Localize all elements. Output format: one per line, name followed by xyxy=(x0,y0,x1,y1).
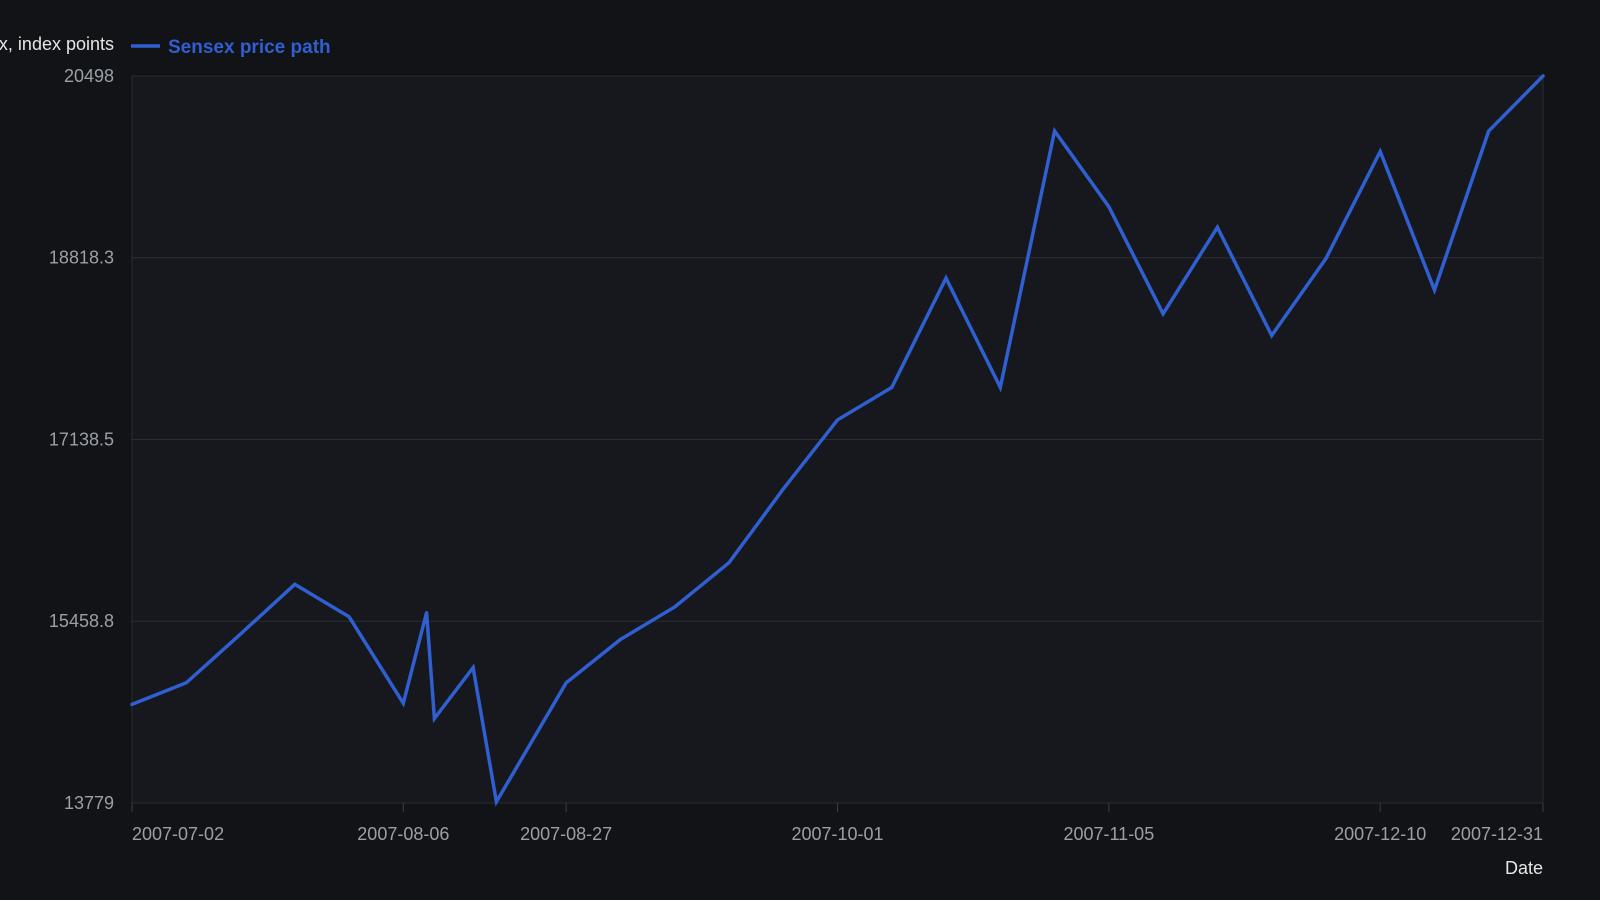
data-point xyxy=(1270,333,1274,337)
data-point xyxy=(293,582,297,586)
x-tick-label: 2007-12-10 xyxy=(1334,824,1426,844)
data-point xyxy=(1324,257,1328,261)
data-point xyxy=(130,702,134,706)
data-point xyxy=(1378,150,1382,154)
x-tick-label: 2007-08-27 xyxy=(520,824,612,844)
data-point xyxy=(1215,225,1219,229)
data-point xyxy=(1107,205,1111,209)
sensex-line-chart: 2007-07-02 2007-08-06 2007-08-27 2007-10-01… xyxy=(0,0,1600,900)
y-tick-label: 13779 xyxy=(64,793,114,813)
y-tick-label: 17138.5 xyxy=(49,430,114,450)
data-point xyxy=(494,800,498,804)
x-tick-label: 2007-10-01 xyxy=(791,824,883,844)
data-point xyxy=(1432,288,1436,292)
data-point xyxy=(1487,129,1491,133)
data-point xyxy=(401,701,405,705)
data-point xyxy=(347,615,351,619)
data-point xyxy=(836,418,839,422)
data-point xyxy=(1053,129,1057,133)
data-point xyxy=(432,716,436,720)
data-point xyxy=(425,610,429,614)
x-tick-label: 2007-11-05 xyxy=(1063,824,1154,844)
y-tick-label: 20498 xyxy=(64,66,114,86)
data-point xyxy=(184,681,188,685)
x-tick-label: 2007-08-06 xyxy=(357,824,449,844)
data-point xyxy=(564,681,568,685)
data-point xyxy=(998,385,1002,389)
y-tick-label: 15458.8 xyxy=(49,611,114,631)
y-axis-label: Sensex, index points xyxy=(0,34,114,54)
data-point xyxy=(239,632,243,636)
x-axis-label: Date xyxy=(1505,858,1543,878)
data-point xyxy=(727,561,731,565)
data-point xyxy=(673,605,677,609)
data-point xyxy=(781,487,785,491)
data-point xyxy=(890,385,894,389)
x-tick-label: 2007-12-31 xyxy=(1451,824,1543,844)
data-point xyxy=(944,276,948,280)
data-point xyxy=(1541,74,1545,78)
x-tick-label: 2007-07-02 xyxy=(132,824,224,844)
legend-label: Sensex price path xyxy=(168,37,331,58)
data-point xyxy=(1161,312,1165,316)
y-tick-label: 18818.3 xyxy=(49,248,114,268)
data-point xyxy=(618,638,622,642)
data-point xyxy=(471,666,475,670)
